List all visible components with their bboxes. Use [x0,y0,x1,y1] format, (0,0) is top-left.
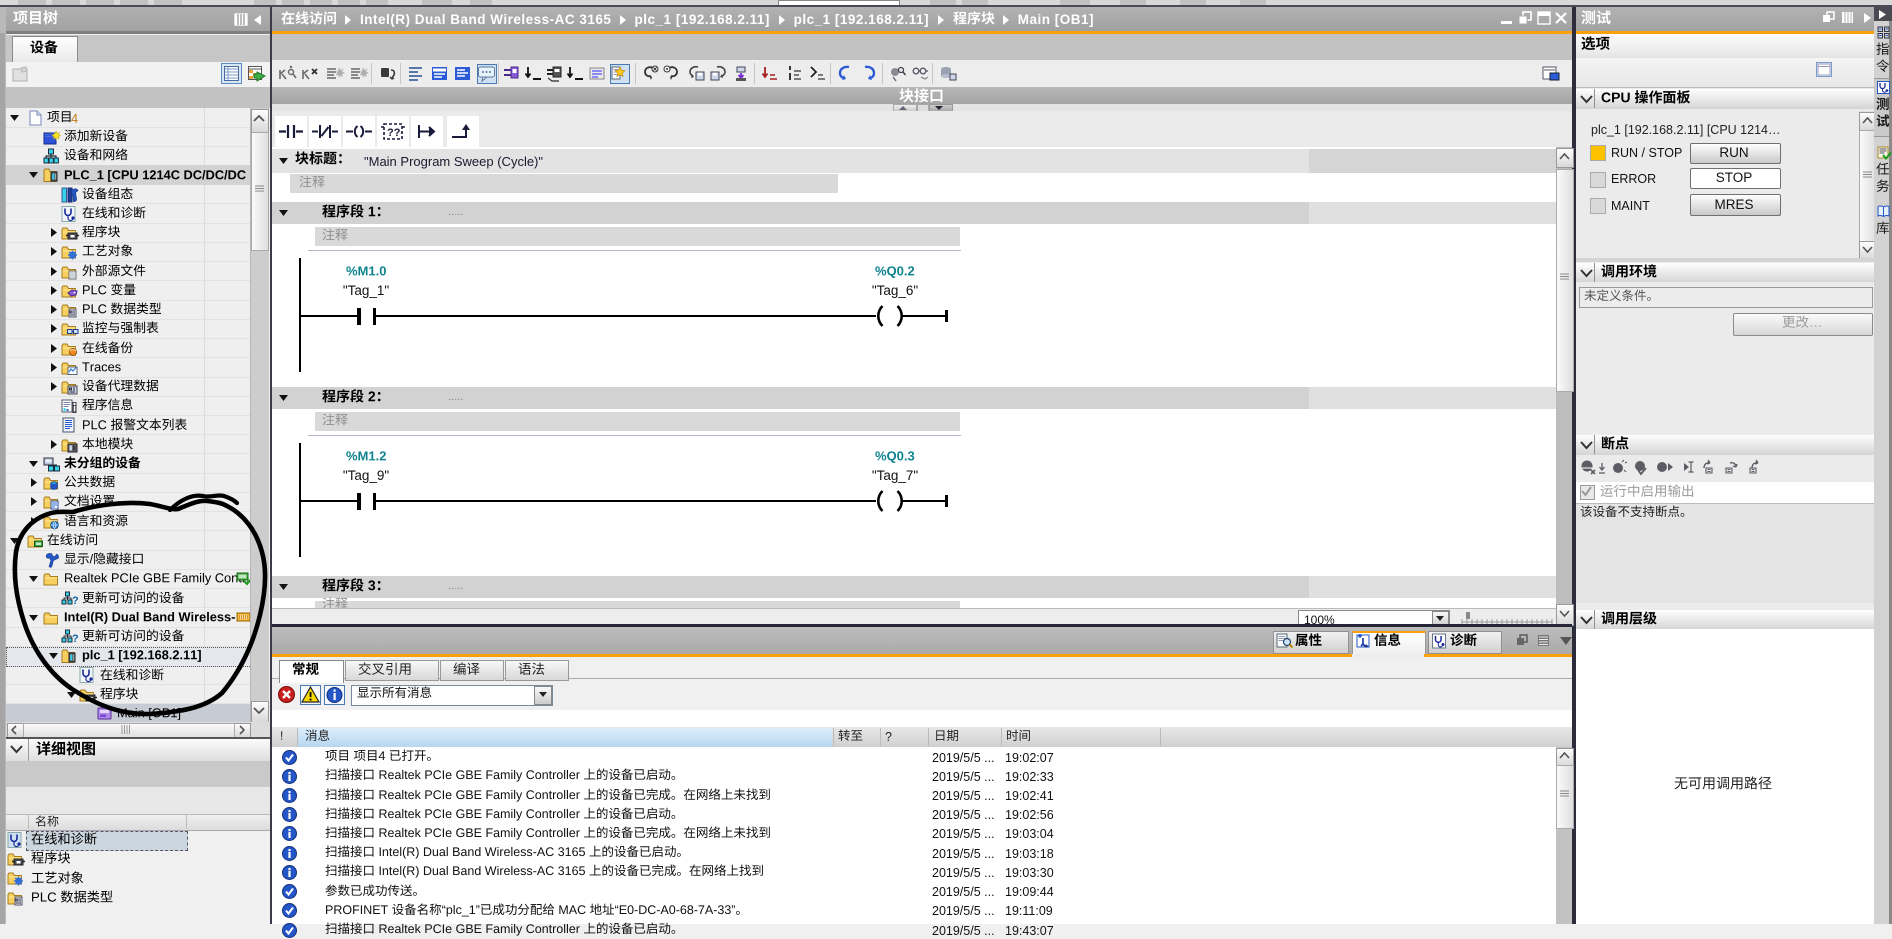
svg-text:??: ?? [387,127,401,139]
